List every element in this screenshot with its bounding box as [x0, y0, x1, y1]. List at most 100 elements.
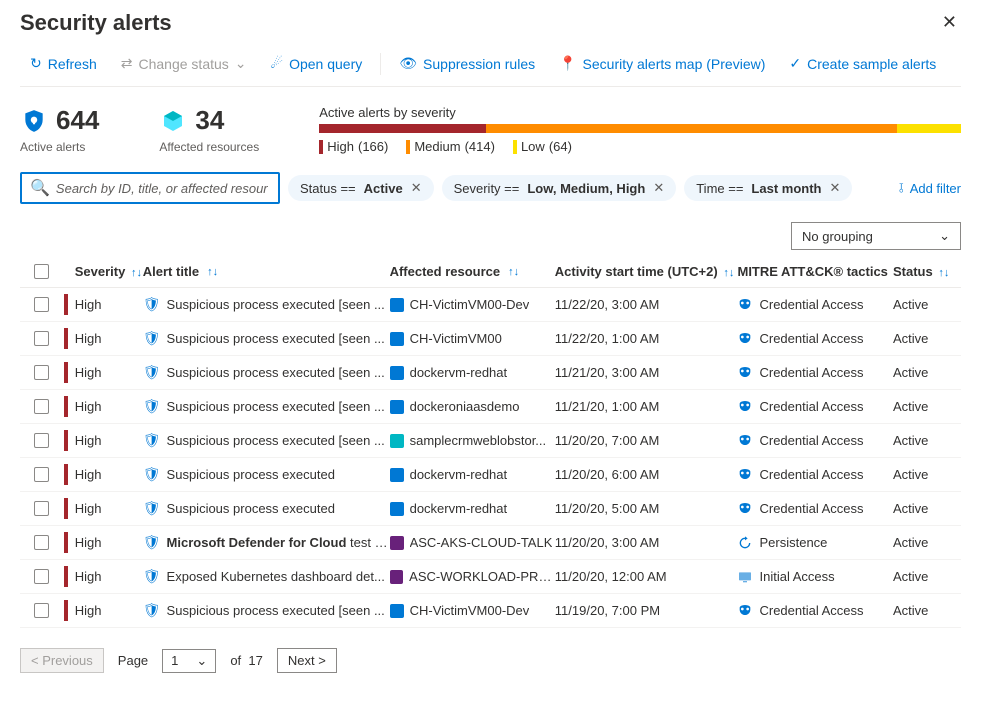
severity-indicator — [64, 294, 68, 315]
table-row[interactable]: High🛡Suspicious process executed [seen .… — [20, 594, 961, 628]
alert-shield-icon: 🛡 — [143, 466, 161, 483]
cell-title: Suspicious process executed — [167, 501, 335, 516]
cell-title: Suspicious process executed [seen ... — [167, 297, 385, 312]
cell-title: Suspicious process executed [seen ... — [167, 603, 385, 618]
cell-status: Active — [893, 399, 961, 414]
cell-severity: High — [63, 535, 143, 550]
col-status[interactable]: Status ↑↓ — [893, 264, 961, 279]
active-alerts-count: 644 — [56, 105, 99, 136]
search-input[interactable] — [54, 180, 270, 197]
filter-status-chip[interactable]: Status == Active✕ — [288, 175, 434, 201]
cell-time: 11/22/20, 1:00 AM — [555, 331, 738, 346]
alerts-map-button[interactable]: 📍Security alerts map (Preview) — [549, 51, 775, 76]
cell-title: Suspicious process executed — [167, 467, 335, 482]
table-row[interactable]: High🛡Suspicious process executeddockervm… — [20, 492, 961, 526]
table-row[interactable]: High🛡Microsoft Defender for Cloud test a… — [20, 526, 961, 560]
query-icon: ☄ — [271, 55, 284, 72]
row-checkbox[interactable] — [34, 569, 49, 584]
open-query-button[interactable]: ☄Open query — [261, 51, 373, 76]
row-checkbox[interactable] — [34, 399, 49, 414]
cell-title: Microsoft Defender for Cloud test alert … — [167, 535, 390, 550]
cell-resource: ASC-WORKLOAD-PRO... — [409, 569, 555, 584]
page-title: Security alerts — [20, 10, 172, 36]
col-time[interactable]: Activity start time (UTC+2) ↑↓ — [555, 264, 738, 279]
row-checkbox[interactable] — [34, 501, 49, 516]
table-row[interactable]: High🛡Suspicious process executeddockervm… — [20, 458, 961, 492]
cube-icon — [159, 107, 187, 135]
col-resource[interactable]: Affected resource ↑↓ — [390, 264, 555, 279]
chip-remove-icon[interactable]: ✕ — [653, 180, 664, 196]
refresh-button[interactable]: ↻Refresh — [20, 51, 107, 76]
filter-time-chip[interactable]: Time == Last month✕ — [684, 175, 852, 201]
alerts-table: Severity ↑↓ Alert title ↑↓ Affected reso… — [20, 256, 961, 628]
suppression-rules-button[interactable]: 👁Suppression rules — [389, 51, 545, 76]
col-tactics[interactable]: MITRE ATT&CK® tactics — [737, 264, 892, 279]
cell-status: Active — [893, 501, 961, 516]
cell-resource: samplecrmweblobstor... — [410, 433, 547, 448]
table-row[interactable]: High🛡Exposed Kubernetes dashboard det...… — [20, 560, 961, 594]
tactic-icon — [737, 535, 753, 551]
severity-bar — [319, 124, 961, 133]
table-header: Severity ↑↓ Alert title ↑↓ Affected reso… — [20, 256, 961, 288]
table-row[interactable]: High🛡Suspicious process executed [seen .… — [20, 356, 961, 390]
row-checkbox[interactable] — [34, 535, 49, 550]
legend-low[interactable]: Low (64) — [513, 139, 572, 154]
map-icon: 📍 — [559, 55, 576, 72]
col-severity[interactable]: Severity ↑↓ — [63, 264, 143, 279]
legend-high[interactable]: High (166) — [319, 139, 388, 154]
search-icon: 🔍 — [30, 178, 50, 198]
legend-medium[interactable]: Medium (414) — [406, 139, 495, 154]
select-all-checkbox[interactable] — [34, 264, 49, 279]
table-row[interactable]: High🛡Suspicious process executed [seen .… — [20, 390, 961, 424]
cell-severity: High — [63, 467, 143, 482]
table-row[interactable]: High🛡Suspicious process executed [seen .… — [20, 288, 961, 322]
table-row[interactable]: High🛡Suspicious process executed [seen .… — [20, 322, 961, 356]
cell-resource: CH-VictimVM00-Dev — [410, 297, 530, 312]
severity-chart-title: Active alerts by severity — [319, 105, 961, 120]
cell-tactic: Credential Access — [759, 399, 863, 414]
sample-icon: ✓ — [789, 55, 801, 72]
grouping-select[interactable]: No grouping ⌄ — [791, 222, 961, 250]
change-status-button[interactable]: ⇄Change status ⌄ — [111, 51, 257, 76]
cell-title: Suspicious process executed [seen ... — [167, 365, 385, 380]
severity-indicator — [64, 430, 68, 451]
cell-resource: dockeroniaasdemo — [410, 399, 520, 414]
severity-indicator — [64, 328, 68, 349]
alert-shield-icon: 🛡 — [143, 398, 161, 415]
filter-severity-chip[interactable]: Severity == Low, Medium, High✕ — [442, 175, 677, 201]
resource-icon — [390, 298, 404, 312]
close-button[interactable]: ✕ — [938, 8, 961, 37]
resource-icon — [390, 604, 404, 618]
cell-title: Suspicious process executed [seen ... — [167, 331, 385, 346]
alert-shield-icon: 🛡 — [143, 296, 161, 313]
search-input-wrapper[interactable]: 🔍 — [20, 172, 280, 204]
chip-remove-icon[interactable]: ✕ — [411, 180, 422, 196]
page-select[interactable]: 1⌄ — [162, 649, 216, 673]
row-checkbox[interactable] — [34, 331, 49, 346]
page-label: Page — [118, 653, 148, 668]
next-page-button[interactable]: Next > — [277, 648, 337, 673]
create-sample-button[interactable]: ✓Create sample alerts — [779, 51, 946, 76]
row-checkbox[interactable] — [34, 603, 49, 618]
table-row[interactable]: High🛡Suspicious process executed [seen .… — [20, 424, 961, 458]
cell-resource: dockervm-redhat — [410, 501, 508, 516]
row-checkbox[interactable] — [34, 297, 49, 312]
tactic-icon — [737, 467, 753, 483]
affected-resources-count: 34 — [195, 105, 224, 136]
add-filter-button[interactable]: ⫱Add filter — [899, 180, 961, 196]
chip-remove-icon[interactable]: ✕ — [829, 180, 840, 196]
tactic-icon — [737, 365, 753, 381]
tactic-icon — [737, 297, 753, 313]
cell-tactic: Credential Access — [759, 467, 863, 482]
prev-page-button[interactable]: < Previous — [20, 648, 104, 673]
row-checkbox[interactable] — [34, 365, 49, 380]
chevron-down-icon: ⌄ — [939, 228, 950, 244]
resource-icon — [390, 366, 404, 380]
col-title[interactable]: Alert title ↑↓ — [143, 264, 390, 279]
cell-severity: High — [63, 603, 143, 618]
row-checkbox[interactable] — [34, 467, 49, 482]
chevron-down-icon: ⌄ — [235, 55, 247, 72]
row-checkbox[interactable] — [34, 433, 49, 448]
cell-status: Active — [893, 467, 961, 482]
cell-tactic: Initial Access — [759, 569, 834, 584]
